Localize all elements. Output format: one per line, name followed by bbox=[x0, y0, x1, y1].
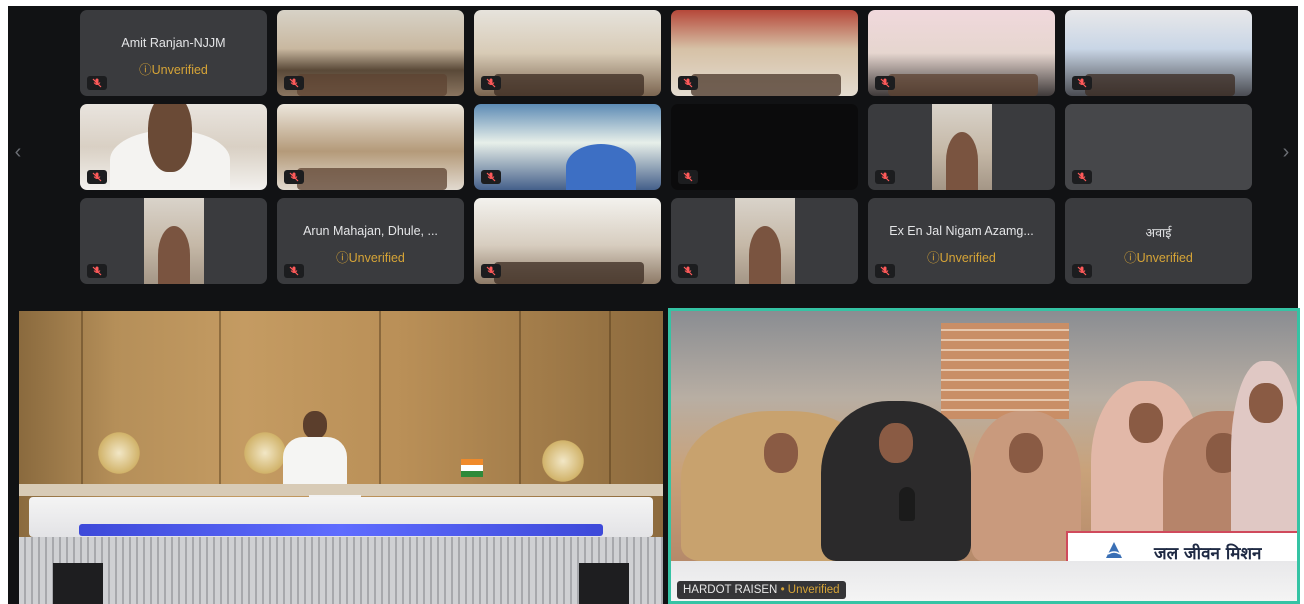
chevron-right-icon[interactable]: › bbox=[1276, 140, 1296, 164]
participant-name: Ex En Jal Nigam Azamg... bbox=[889, 224, 1034, 238]
meeting-gallery: ‹ › Amit Ranjan-NJJM ⓘUnverified Arun Maha… bbox=[8, 6, 1300, 604]
participant-name: Amit Ranjan-NJJM bbox=[121, 36, 226, 50]
participant-video bbox=[735, 198, 795, 284]
mic-off-icon bbox=[284, 76, 304, 90]
participant-tile[interactable] bbox=[474, 198, 661, 284]
mic-off-icon bbox=[875, 264, 895, 278]
participant-video bbox=[494, 262, 644, 284]
participant-video bbox=[297, 168, 447, 190]
main-video-right[interactable]: जल जीवन मिशन HARDOT RAISEN • Unverified bbox=[668, 308, 1300, 604]
participant-person bbox=[821, 401, 971, 561]
participant-tile[interactable]: Arun Mahajan, Dhule, ... ⓘUnverified bbox=[277, 198, 464, 284]
info-circle-icon: ⓘ bbox=[336, 251, 349, 265]
mic-off-icon bbox=[1072, 264, 1092, 278]
mic-off-icon bbox=[481, 170, 501, 184]
speaker-person bbox=[277, 411, 353, 491]
participant-tile[interactable] bbox=[868, 104, 1055, 190]
mic-off-icon bbox=[678, 76, 698, 90]
gold-statue-icon bbox=[95, 429, 143, 477]
mic-off-icon bbox=[284, 170, 304, 184]
unverified-status: Unverified bbox=[787, 584, 840, 596]
info-circle-icon: ⓘ bbox=[927, 251, 940, 265]
microphone-icon bbox=[899, 487, 915, 521]
mic-off-icon bbox=[87, 264, 107, 278]
info-circle-icon: ⓘ bbox=[139, 63, 152, 77]
unverified-status: ⓘUnverified bbox=[927, 251, 996, 265]
participant-video bbox=[691, 74, 841, 96]
info-circle-icon: ⓘ bbox=[1124, 251, 1137, 265]
participant-name-label: HARDOT RAISEN • Unverified bbox=[677, 581, 846, 599]
unverified-status: ⓘUnverified bbox=[336, 251, 405, 265]
participant-tile[interactable] bbox=[671, 104, 858, 190]
participant-tile[interactable]: Amit Ranjan-NJJM ⓘUnverified bbox=[80, 10, 267, 96]
mic-off-icon bbox=[87, 76, 107, 90]
mic-off-icon bbox=[875, 170, 895, 184]
participant-name: अवाई bbox=[1145, 226, 1172, 240]
mic-off-icon bbox=[481, 76, 501, 90]
trophy-icon bbox=[539, 437, 587, 485]
mic-off-icon bbox=[678, 264, 698, 278]
mic-off-icon bbox=[875, 76, 895, 90]
participant-tile[interactable] bbox=[671, 198, 858, 284]
participant-tile[interactable] bbox=[671, 10, 858, 96]
mic-off-icon bbox=[284, 264, 304, 278]
participant-tile[interactable] bbox=[80, 104, 267, 190]
flag-icon bbox=[461, 459, 483, 477]
participant-tile[interactable] bbox=[474, 10, 661, 96]
unverified-status: ⓘUnverified bbox=[1124, 251, 1193, 265]
participant-video bbox=[1085, 74, 1235, 96]
mic-off-icon bbox=[678, 170, 698, 184]
participant-video bbox=[566, 144, 636, 190]
mic-off-icon bbox=[87, 170, 107, 184]
main-video-left[interactable] bbox=[19, 311, 663, 604]
chevron-left-icon[interactable]: ‹ bbox=[8, 140, 28, 164]
mic-off-icon bbox=[481, 264, 501, 278]
participant-video bbox=[297, 74, 447, 96]
participant-tile[interactable]: Ex En Jal Nigam Azamg... ⓘUnverified bbox=[868, 198, 1055, 284]
participant-tile[interactable] bbox=[1065, 104, 1252, 190]
jjm-logo-icon bbox=[1106, 542, 1122, 558]
participant-video bbox=[932, 104, 992, 190]
mic-off-icon bbox=[1072, 76, 1092, 90]
participant-tile[interactable] bbox=[277, 10, 464, 96]
unverified-status: ⓘUnverified bbox=[139, 63, 208, 77]
participant-name: Arun Mahajan, Dhule, ... bbox=[303, 224, 438, 238]
participant-tile[interactable] bbox=[868, 10, 1055, 96]
participant-video bbox=[888, 74, 1038, 96]
mic-off-icon bbox=[1072, 170, 1092, 184]
participant-video bbox=[494, 74, 644, 96]
participant-person bbox=[971, 411, 1081, 561]
participant-video bbox=[144, 198, 204, 284]
participant-name: HARDOT RAISEN bbox=[683, 584, 778, 596]
participant-tile[interactable] bbox=[1065, 10, 1252, 96]
participant-tile[interactable] bbox=[474, 104, 661, 190]
participant-tile[interactable] bbox=[80, 198, 267, 284]
participant-tile[interactable] bbox=[277, 104, 464, 190]
participant-tile[interactable]: अवाई ⓘUnverified bbox=[1065, 198, 1252, 284]
